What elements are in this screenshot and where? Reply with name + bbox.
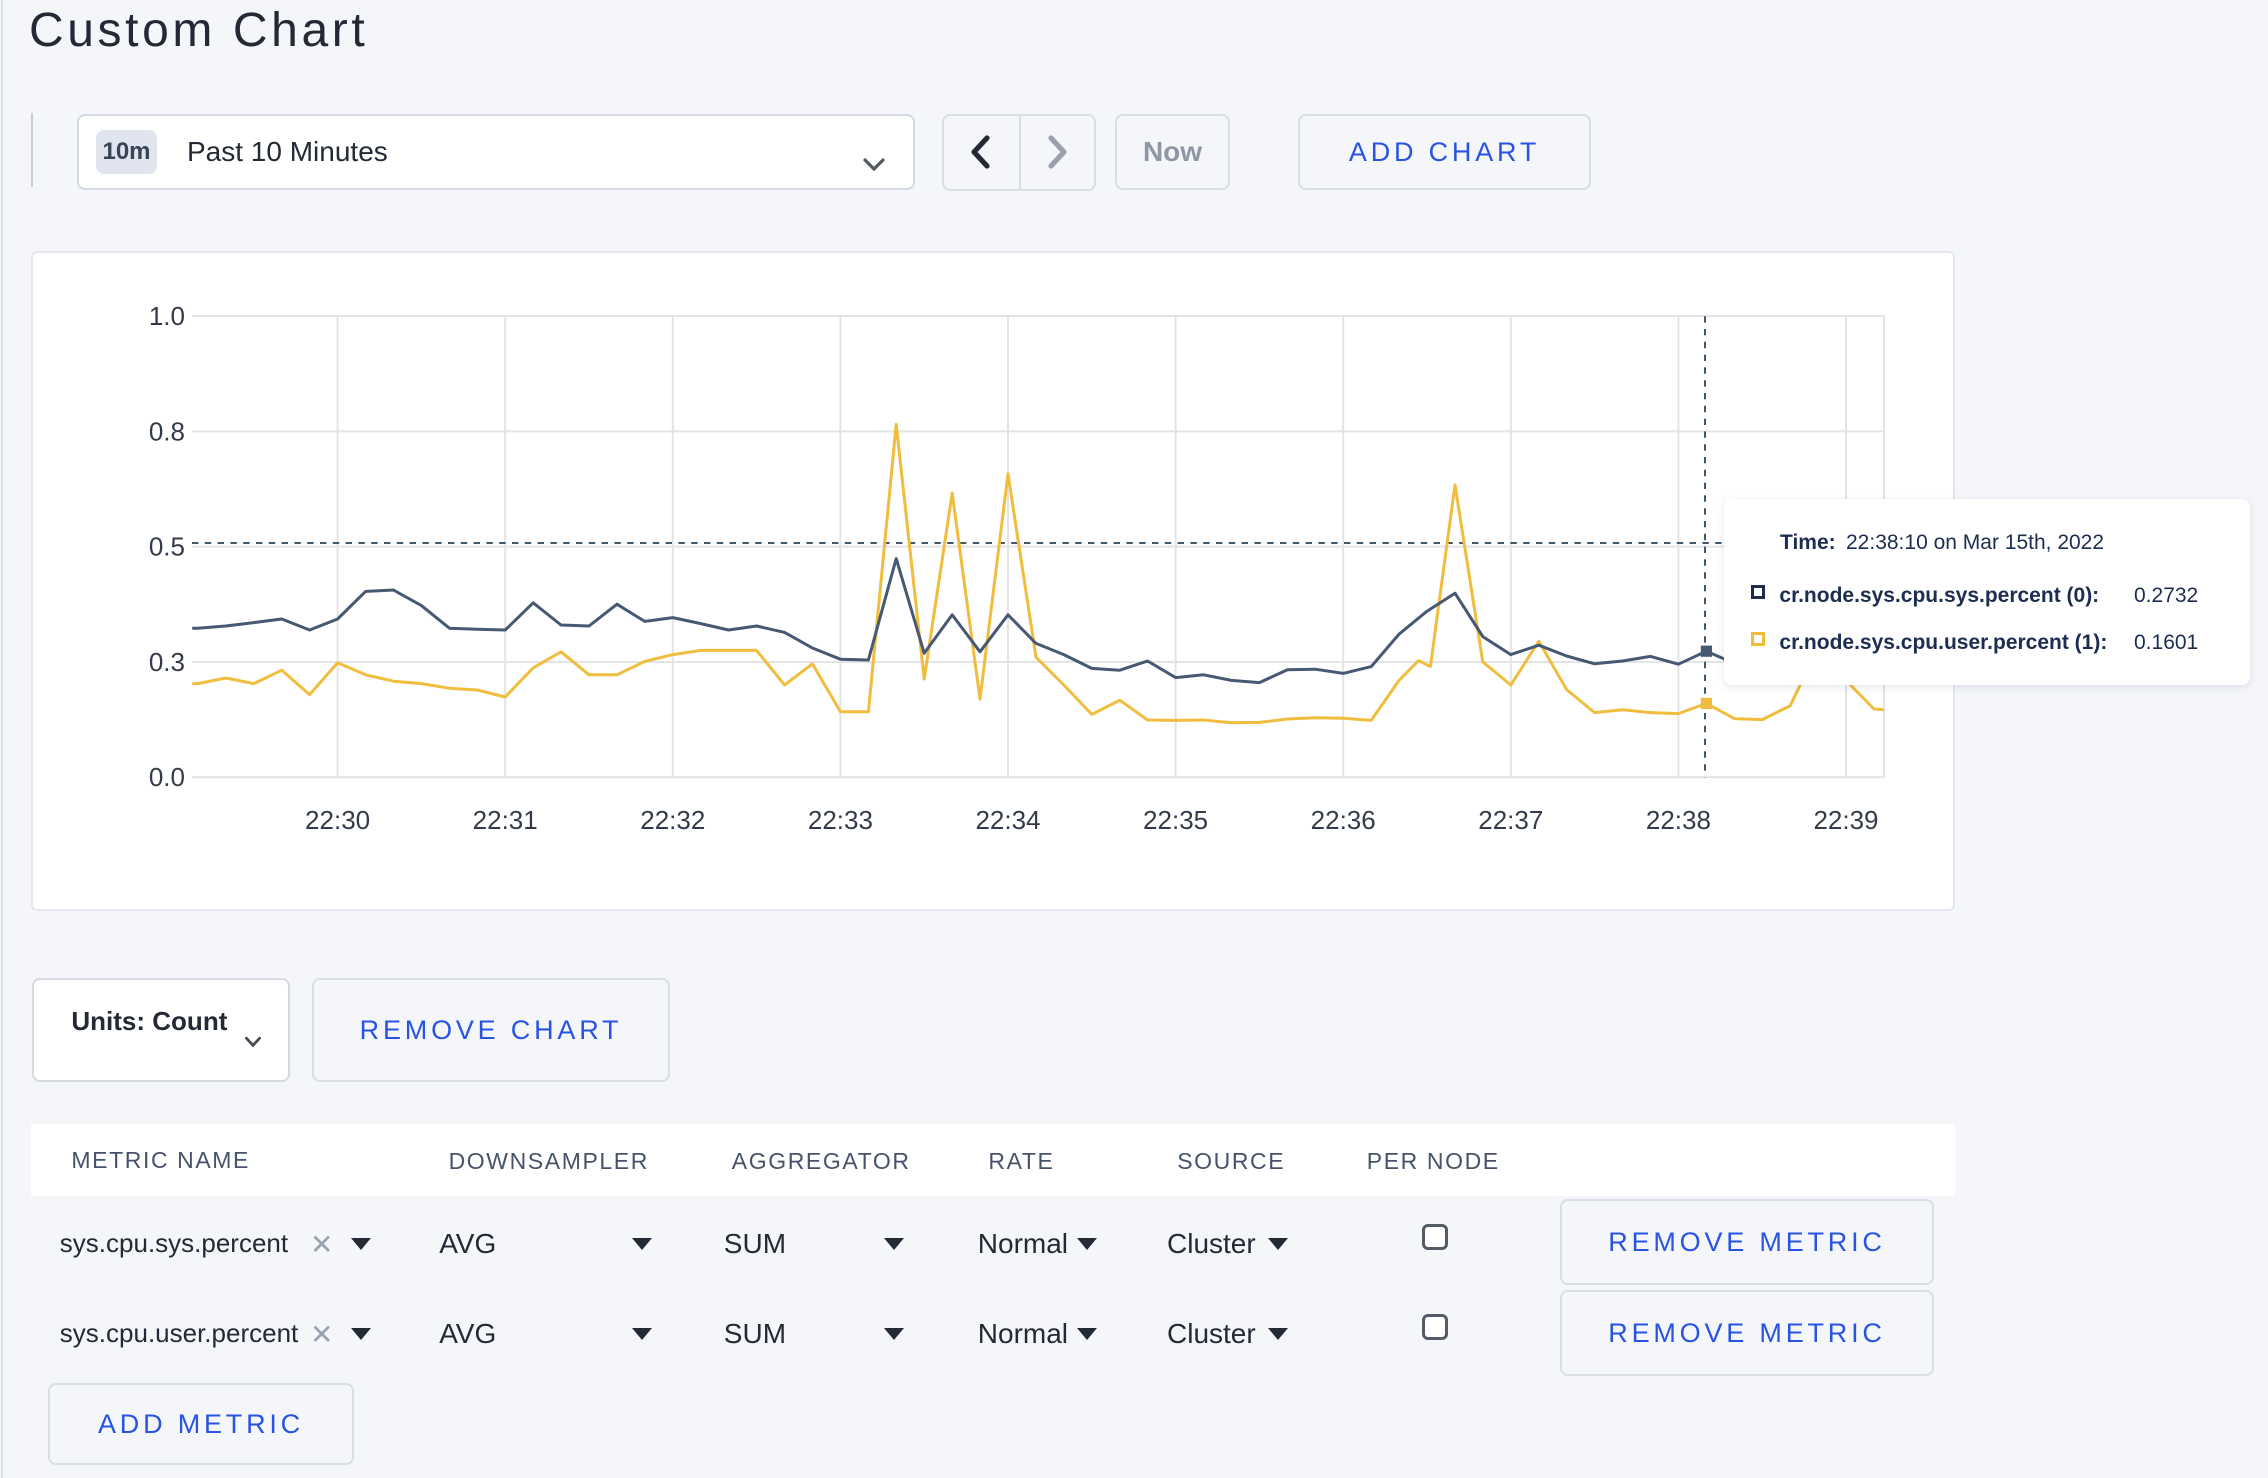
svg-text:22:30: 22:30 — [305, 805, 370, 835]
svg-text:22:32: 22:32 — [640, 805, 705, 835]
svg-text:0.8: 0.8 — [149, 416, 185, 446]
svg-text:22:37: 22:37 — [1478, 805, 1543, 835]
svg-text:0.5: 0.5 — [149, 532, 185, 562]
svg-text:22:39: 22:39 — [1813, 805, 1878, 835]
svg-text:22:36: 22:36 — [1311, 805, 1376, 835]
svg-text:0.3: 0.3 — [149, 647, 185, 677]
svg-text:0.0: 0.0 — [149, 762, 185, 792]
svg-text:22:34: 22:34 — [975, 805, 1040, 835]
svg-text:22:38: 22:38 — [1646, 805, 1711, 835]
svg-text:22:31: 22:31 — [473, 805, 538, 835]
svg-text:1.0: 1.0 — [149, 301, 185, 331]
svg-text:22:35: 22:35 — [1143, 805, 1208, 835]
svg-text:22:33: 22:33 — [808, 805, 873, 835]
